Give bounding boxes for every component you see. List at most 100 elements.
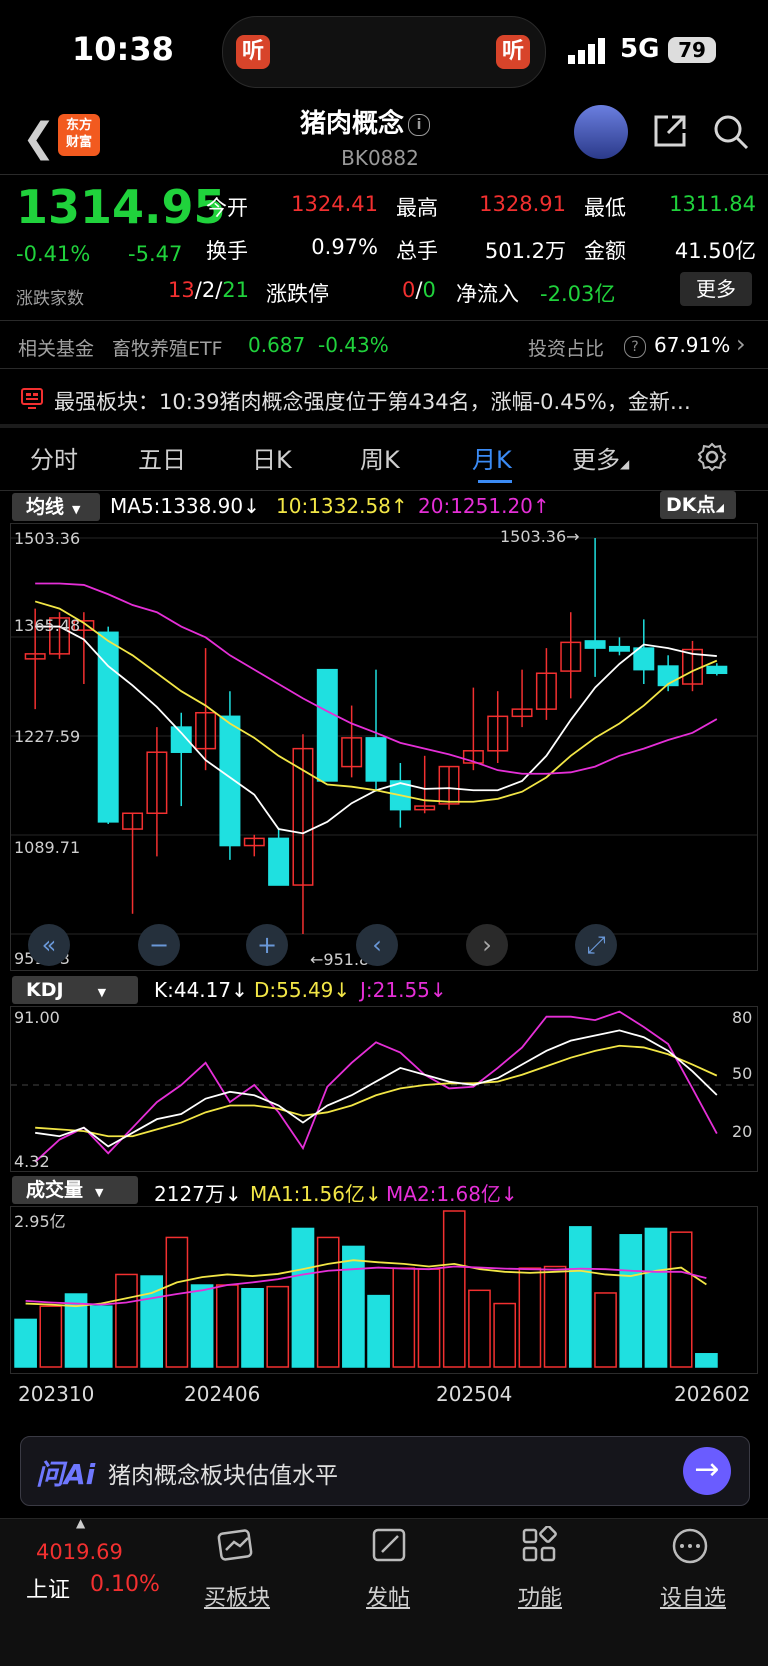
post-icon[interactable]: [368, 1526, 412, 1566]
low-value: 1311.84: [669, 192, 756, 216]
limit-label: 涨跌停: [266, 282, 329, 306]
nav-functions[interactable]: 功能: [518, 1580, 562, 1612]
add-watchlist-icon[interactable]: [668, 1526, 712, 1566]
volume-panel[interactable]: [10, 1206, 758, 1374]
k-legend: K:44.17↓: [154, 978, 248, 1002]
index-pct[interactable]: 0.10%: [90, 1572, 160, 1597]
candle-body: [365, 737, 387, 782]
nav-post[interactable]: 发帖: [366, 1580, 410, 1612]
volume-bar: [14, 1318, 37, 1368]
change-amount: -5.47: [128, 242, 183, 266]
volume-bar: [594, 1292, 617, 1368]
status-time: 10:38: [72, 30, 174, 68]
tab-monthly-k[interactable]: 月K: [472, 440, 512, 475]
nav-buy-sector[interactable]: 买板块: [204, 1580, 270, 1612]
advdec-label: 涨跌家数: [16, 289, 84, 309]
share-icon[interactable]: [652, 113, 688, 149]
current-price: 1314.95: [16, 180, 226, 234]
functions-icon[interactable]: [518, 1526, 562, 1566]
volume-bar: [442, 1210, 466, 1368]
indicator-dropdown-kdj[interactable]: KDJ ▼: [12, 976, 138, 1004]
dk-point-button[interactable]: DK点◢: [660, 491, 736, 519]
zoom-in-icon[interactable]: +: [246, 924, 288, 966]
change-percent: -0.41%: [16, 242, 91, 266]
listen-icon-right: 听: [496, 35, 530, 69]
x-tick-1: 202310: [18, 1382, 95, 1406]
kline-chart: [11, 537, 757, 935]
open-label: 今开: [206, 196, 248, 220]
settings-icon[interactable]: [697, 442, 727, 472]
volume-bar: [39, 1305, 63, 1368]
scroll-start-icon[interactable]: «: [28, 924, 70, 966]
more-button[interactable]: 更多: [680, 272, 752, 306]
volume-bar: [493, 1302, 517, 1368]
indicator-dropdown-ma[interactable]: 均线 ▼: [12, 493, 100, 521]
nav-add-watchlist[interactable]: 设自选: [660, 1580, 726, 1612]
fund-name[interactable]: 畜牧养殖ETF: [112, 334, 223, 361]
chevron-right-icon[interactable]: ›: [736, 330, 746, 358]
tab-more[interactable]: 更多◢: [572, 440, 629, 475]
tab-intraday[interactable]: 分时: [30, 440, 78, 475]
kdj-panel[interactable]: [10, 1006, 758, 1172]
app-logo: 东方 财富: [58, 114, 100, 156]
volume-bar: [518, 1267, 542, 1368]
search-icon[interactable]: [712, 113, 750, 151]
netflow-label: 净流入: [456, 282, 519, 306]
volume-bar: [619, 1234, 643, 1368]
fullscreen-icon[interactable]: ⤢: [575, 924, 617, 966]
assistant-avatar-icon[interactable]: [574, 105, 628, 159]
kdj-j-line: [34, 1010, 718, 1163]
candle-body: [219, 715, 241, 847]
help-icon[interactable]: ?: [624, 336, 646, 358]
volume-label: 总手: [396, 239, 438, 263]
tab-weekly-k[interactable]: 周K: [360, 440, 400, 475]
volume-bar: [468, 1289, 491, 1368]
volume-bar: [644, 1227, 668, 1368]
ma20-legend: 20:1251.20↑: [418, 494, 550, 518]
kdj-right-20: 20: [732, 1122, 753, 1141]
volume-bar: [241, 1287, 264, 1368]
vol-y-top: 2.95亿: [14, 1212, 66, 1231]
advdec-values: 13/2/21: [168, 278, 249, 302]
candle-body: [97, 631, 119, 823]
vol-ma1-legend: MA1:1.56亿↓: [250, 1182, 382, 1206]
netflow-value: -2.03亿: [540, 282, 616, 306]
y-tick-top: 1503.36: [14, 529, 81, 548]
index-name[interactable]: 上证: [26, 1572, 70, 1604]
ma5-legend: MA5:1338.90↓: [110, 494, 260, 518]
candle-body: [316, 668, 338, 782]
index-value[interactable]: 4019.69: [36, 1540, 123, 1564]
tab-five-day[interactable]: 五日: [138, 440, 186, 475]
volume-bar: [367, 1294, 390, 1368]
kdj-y-top: 91.00: [14, 1008, 60, 1027]
zoom-out-icon[interactable]: −: [138, 924, 180, 966]
amount-label: 金额: [584, 239, 626, 263]
j-legend: J:21.55↓: [360, 978, 447, 1002]
volume-bar: [115, 1273, 138, 1368]
volume-bar: [543, 1265, 567, 1368]
buy-sector-icon[interactable]: [214, 1526, 258, 1566]
fund-pct: -0.43%: [318, 333, 389, 357]
back-icon[interactable]: ❮: [22, 115, 56, 161]
kline-panel[interactable]: [10, 523, 758, 971]
tab-daily-k[interactable]: 日K: [252, 440, 292, 475]
x-tick-4: 202602: [674, 1382, 751, 1406]
send-arrow-icon[interactable]: →: [683, 1447, 731, 1495]
kdj-right-80: 80: [732, 1008, 753, 1027]
ai-prompt-text[interactable]: 猪肉概念板块估值水平: [108, 1456, 338, 1490]
ratio-label: 投资占比: [528, 338, 605, 360]
candle-body: [584, 640, 606, 649]
scroll-right-icon[interactable]: ›: [466, 924, 508, 966]
volume-bar: [291, 1227, 315, 1368]
info-icon[interactable]: i: [408, 113, 431, 136]
expand-caret-icon[interactable]: ▲: [76, 1516, 85, 1530]
volume-bar: [89, 1305, 113, 1368]
signal-icon: [568, 38, 605, 64]
volume-value: 501.2万: [484, 239, 566, 263]
scroll-left-icon[interactable]: ‹: [356, 924, 398, 966]
open-value: 1324.41: [291, 192, 378, 216]
battery-icon: 79: [668, 37, 716, 63]
news-ticker[interactable]: 最强板块：10:39猪肉概念强度位于第434名，涨幅-0.45%，金新…: [54, 386, 754, 416]
x-tick-3: 202504: [436, 1382, 513, 1406]
indicator-dropdown-volume[interactable]: 成交量 ▼: [12, 1176, 138, 1204]
